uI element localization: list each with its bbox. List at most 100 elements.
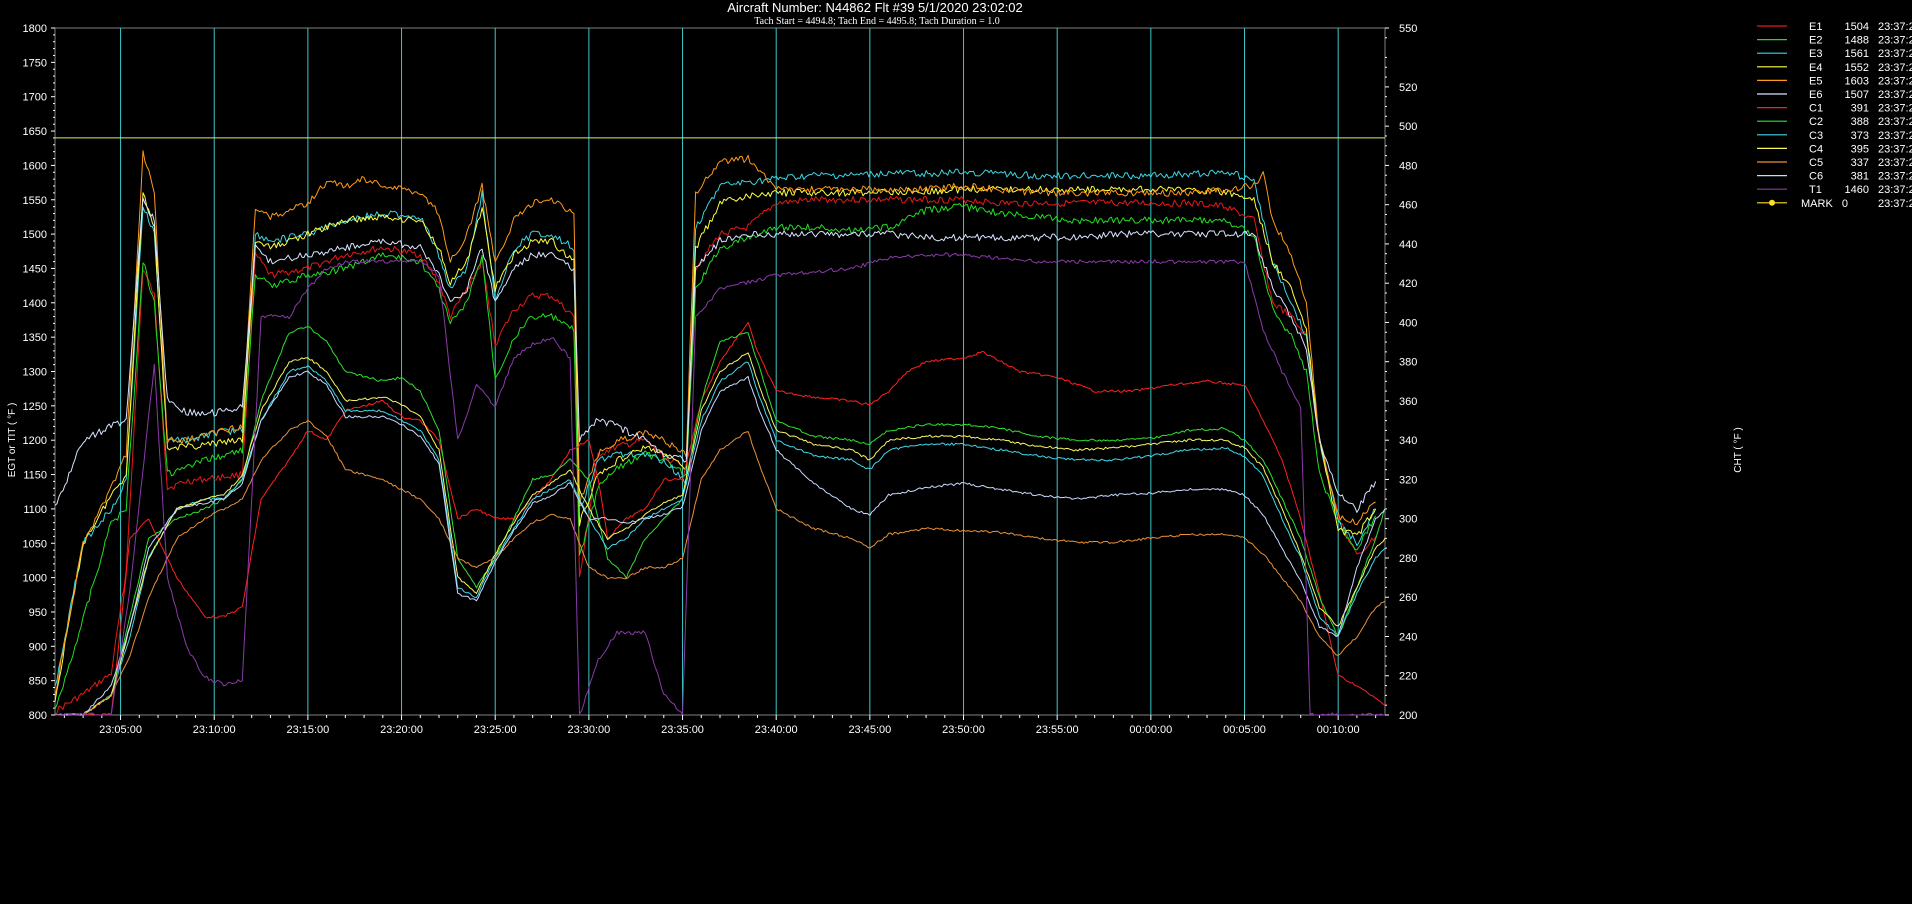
y2-tick-label: 550 [1399,23,1417,35]
y-tick-label: 1750 [23,57,47,69]
legend-value: 388 [1851,116,1869,128]
y2-tick-label: 320 [1399,474,1417,486]
legend-time: 23:37:26 [1878,116,1912,128]
x-tick-label: 23:05:00 [99,724,142,736]
y-tick-label: 1100 [23,504,47,516]
x-tick-label: 00:10:00 [1317,724,1360,736]
y-tick-label: 1000 [23,573,47,585]
legend-time: 23:37:26 [1878,103,1912,115]
y2-tick-label: 400 [1399,317,1417,329]
legend-value: 373 [1851,130,1869,142]
y-tick-label: 1650 [23,126,47,138]
y2-tick-label: 360 [1399,396,1417,408]
y-tick-label: 850 [29,676,47,688]
x-tick-label: 23:30:00 [567,724,610,736]
y-tick-label: 1150 [23,470,47,482]
legend-marker-mark [1769,199,1775,206]
x-tick-label: 00:00:00 [1129,724,1172,736]
y2-tick-label: 280 [1399,553,1417,565]
y-tick-label: 1600 [23,160,47,172]
y2-tick-label: 520 [1399,82,1417,94]
y-axis-title: EGT or TIT ( °F ) [7,403,18,478]
y2-tick-label: 220 [1399,671,1417,683]
y-tick-label: 1350 [23,332,47,344]
legend-time: 23:37:26 [1878,21,1912,33]
y2-tick-label: 460 [1399,200,1417,212]
legend-time: 23:37:26 [1878,130,1912,142]
legend-name: C4 [1809,143,1823,155]
y-tick-label: 1550 [23,195,47,207]
y-tick-label: 1700 [23,92,47,104]
x-tick-label: 23:55:00 [1036,724,1079,736]
y-tick-label: 1500 [23,229,47,241]
x-tick-label: 23:20:00 [380,724,423,736]
y-tick-label: 800 [29,710,47,722]
legend-value: 391 [1851,103,1869,115]
y2-tick-label: 440 [1399,239,1417,251]
x-tick-label: 23:40:00 [755,724,798,736]
x-tick-label: 00:05:00 [1223,724,1266,736]
x-tick-label: 23:50:00 [942,724,985,736]
legend-time: 23:37:26 [1878,75,1912,87]
y2-tick-label: 260 [1399,592,1417,604]
legend-value: 1603 [1845,75,1869,87]
y2-tick-label: 240 [1399,631,1417,643]
legend-time: 23:37:26 [1878,35,1912,47]
y-tick-label: 950 [29,607,47,619]
y2-tick-label: 200 [1399,710,1417,722]
legend-value: 337 [1851,157,1869,169]
legend-time: 23:37:26 [1878,184,1912,196]
legend-time: 23:37:26 [1878,157,1912,169]
y2-tick-label: 420 [1399,278,1417,290]
chart: Aircraft Number: N44862 Flt #39 5/1/2020… [0,0,1912,904]
chart-title: Aircraft Number: N44862 Flt #39 5/1/2020… [727,0,1023,15]
legend-name: T1 [1809,184,1822,196]
x-tick-label: 23:45:00 [848,724,891,736]
y2-tick-label: 500 [1399,121,1417,133]
legend-time: 23:37:26 [1878,143,1912,155]
x-tick-label: 23:25:00 [474,724,517,736]
legend-name: C3 [1809,130,1823,142]
legend-name: C6 [1809,171,1823,183]
y-tick-label: 1200 [23,435,47,447]
x-tick-label: 23:15:00 [286,724,329,736]
y2-tick-label: 480 [1399,160,1417,172]
y-tick-label: 1250 [23,401,47,413]
legend-value: 1488 [1845,35,1869,47]
y-tick-label: 1050 [23,538,47,550]
legend-value: 381 [1851,171,1869,183]
legend-time: 23:37:26 [1878,48,1912,60]
legend-name: E5 [1809,75,1822,87]
y-tick-label: 1450 [23,263,47,275]
chart-subtitle: Tach Start = 4494.8; Tach End = 4495.8; … [754,16,1000,27]
y2-tick-label: 300 [1399,514,1417,526]
x-tick-label: 23:35:00 [661,724,704,736]
y-tick-label: 1400 [23,298,47,310]
legend-value: 1507 [1845,89,1869,101]
y-tick-label: 900 [29,641,47,653]
legend-time: 23:37:26 [1878,171,1912,183]
y2-tick-label: 380 [1399,357,1417,369]
legend-value: 395 [1851,143,1869,155]
y2-axis-title: CHT ( °F ) [1733,427,1744,472]
chart-background [0,0,1912,904]
legend-value: 1552 [1845,62,1869,74]
y2-tick-label: 340 [1399,435,1417,447]
y-tick-label: 1300 [23,367,47,379]
legend-name: MARK [1801,198,1833,210]
legend-value: 1504 [1845,21,1869,33]
legend-name: E2 [1809,35,1822,47]
legend-name: C2 [1809,116,1823,128]
y-tick-label: 1800 [23,23,47,35]
legend-time: 23:37:26 [1878,198,1912,210]
legend-name: E3 [1809,48,1822,60]
legend-name: E4 [1809,62,1822,74]
legend-value: 1460 [1845,184,1869,196]
legend-name: E6 [1809,89,1822,101]
legend-name: E1 [1809,21,1822,33]
legend-time: 23:37:26 [1878,89,1912,101]
legend-time: 23:37:26 [1878,62,1912,74]
legend-value: 1561 [1845,48,1869,60]
legend-name: C1 [1809,103,1823,115]
legend-value: 0 [1842,198,1848,210]
